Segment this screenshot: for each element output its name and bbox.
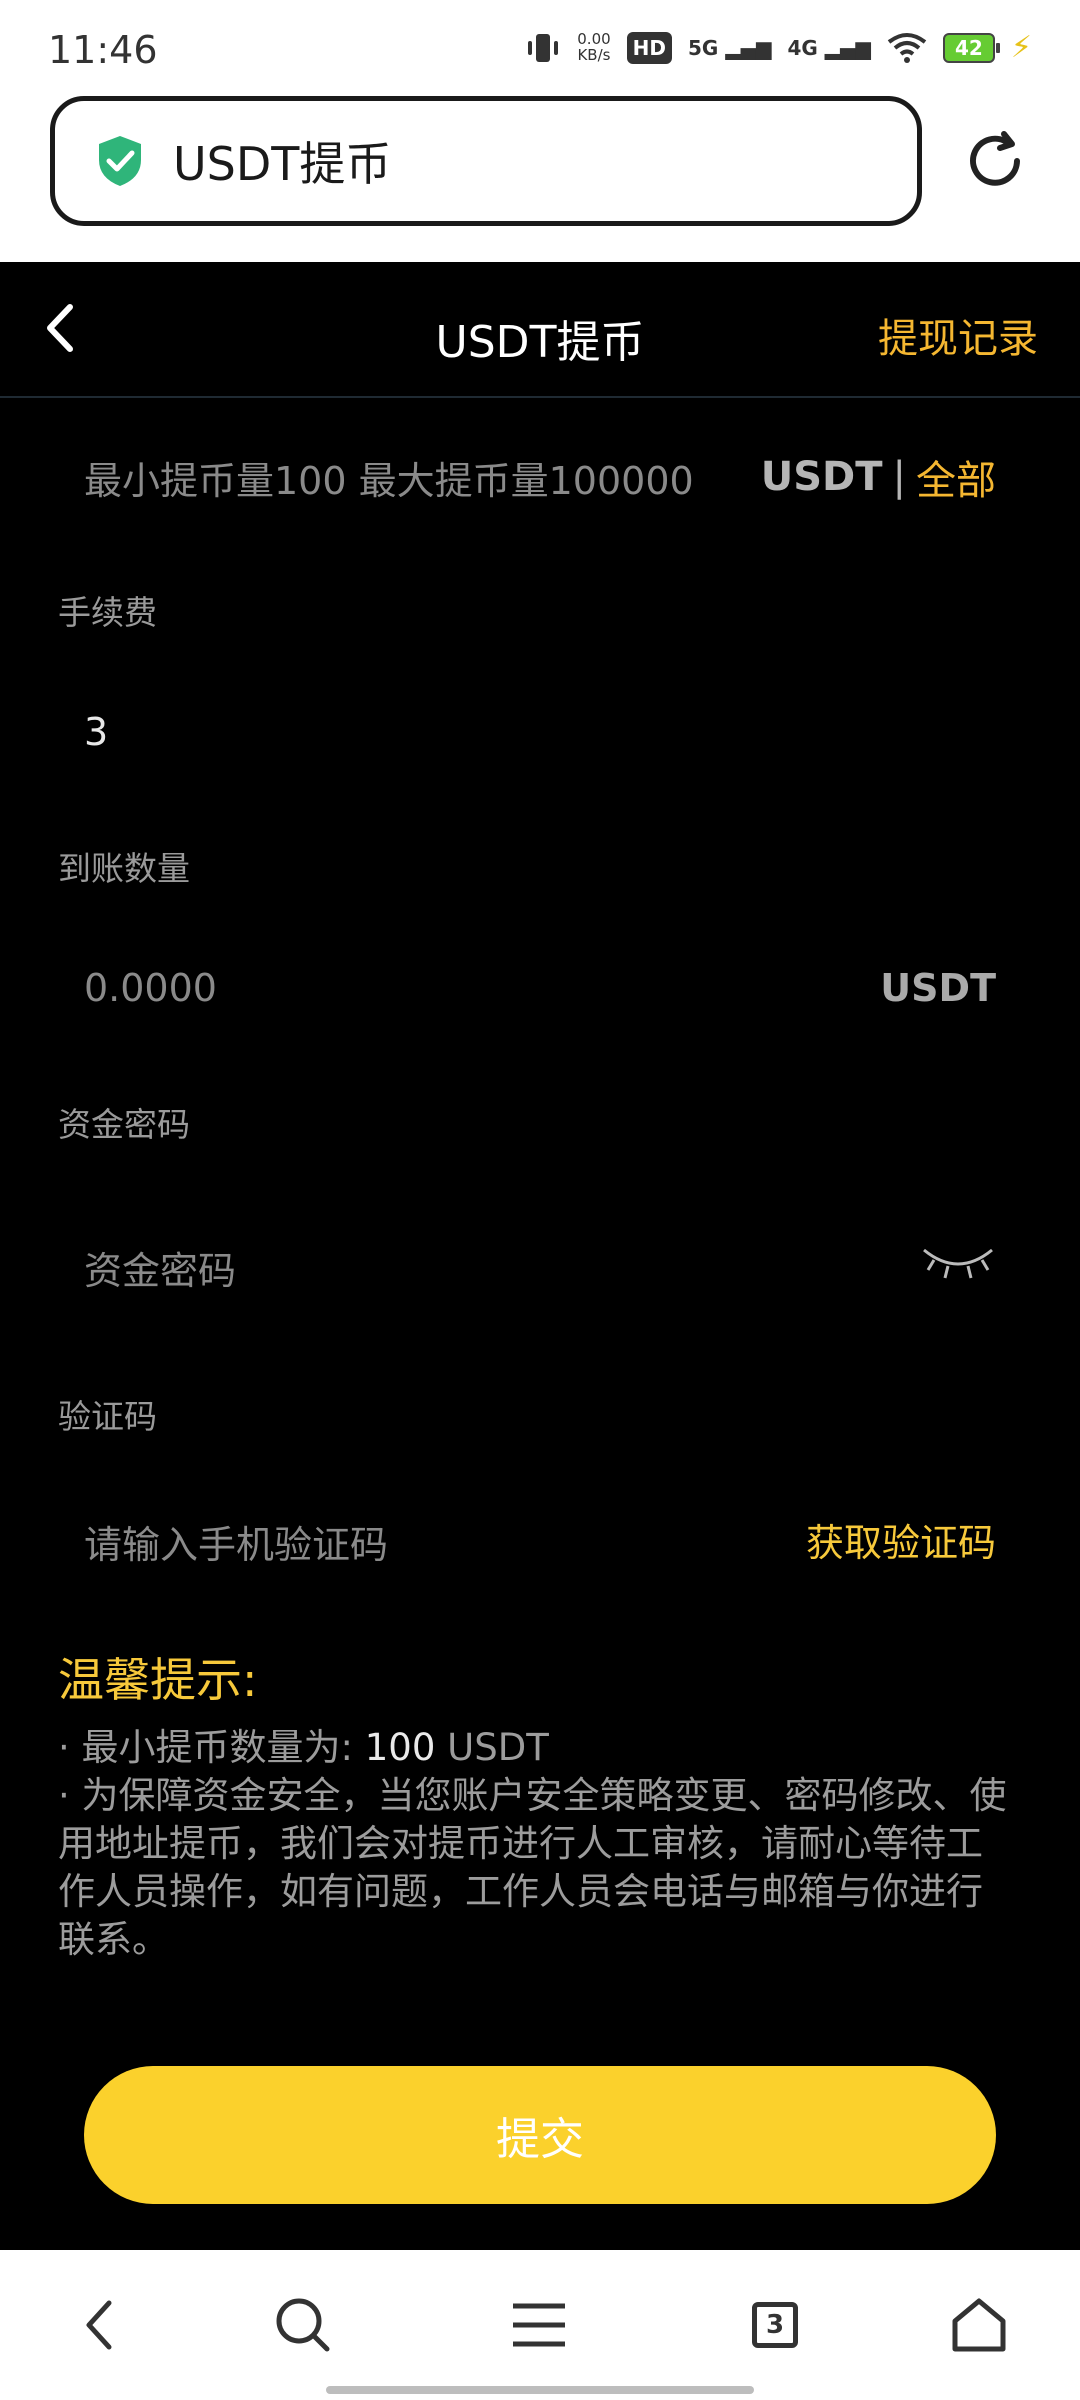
hd-icon: HD (626, 31, 673, 64)
received-unit: USDT (880, 966, 996, 1010)
code-label: 验证码 (58, 1397, 157, 1436)
back-button[interactable] (30, 298, 90, 358)
amount-suffix: USDT | 全部 (761, 448, 996, 506)
code-input[interactable]: 请输入手机验证码 (84, 1514, 388, 1569)
amount-separator: | (892, 454, 906, 500)
browser-chrome: 11:46 0.00 KB/s HD 5G ▂▄▆ 4G ▂▄▆ 42 ⚡ US… (0, 0, 1080, 262)
tab-count-icon: 3 (752, 2302, 798, 2348)
search-icon (276, 2298, 330, 2352)
fund-password-input[interactable]: 资金密码 (84, 1240, 236, 1295)
tip-min-amount: · 最小提币数量为: 100 USDT (58, 1726, 549, 1769)
nav-back-button[interactable] (64, 2290, 134, 2360)
home-indicator[interactable] (326, 2386, 754, 2394)
vibrate-icon (528, 33, 559, 62)
battery-icon: 42 (942, 32, 1000, 63)
amount-unit: USDT (760, 454, 883, 500)
fund-password-label: 资金密码 (58, 1105, 190, 1144)
wifi-icon (887, 32, 927, 63)
received-value: 0.0000 (84, 966, 217, 1010)
address-title: USDT提币 (173, 137, 392, 191)
tip-security-notice: · 为保障资金安全，当您账户安全策略变更、密码修改、使用地址提币，我们会对提币进… (58, 1774, 1007, 1961)
nav-menu-button[interactable] (504, 2290, 574, 2360)
address-bar[interactable]: USDT提币 (50, 96, 922, 226)
reload-icon[interactable] (960, 126, 1030, 196)
fee-label: 手续费 (58, 593, 157, 632)
net-speed: 0.00 KB/s (577, 29, 611, 64)
home-icon (952, 2298, 1006, 2352)
signal-4g-icon: 4G ▂▄▆ (787, 35, 871, 60)
tips-body: · 最小提币数量为: 100 USDT · 为保障资金安全，当您账户安全策略变更… (58, 1724, 1008, 1964)
amount-input[interactable]: 最小提币量100 最大提币量100000 (84, 450, 694, 505)
status-time: 11:46 (48, 28, 158, 72)
withdraw-history-link[interactable]: 提现记录 (878, 306, 1038, 364)
get-code-button[interactable]: 获取验证码 (806, 1512, 996, 1567)
nav-home-button[interactable] (944, 2290, 1014, 2360)
fee-value: 3 (84, 710, 109, 754)
charging-icon: ⚡ (1010, 30, 1032, 65)
chevron-left-icon (86, 2300, 112, 2350)
received-label: 到账数量 (58, 849, 190, 888)
status-bar: 11:46 0.00 KB/s HD 5G ▂▄▆ 4G ▂▄▆ 42 ⚡ (0, 0, 1080, 92)
menu-icon (513, 2303, 565, 2347)
nav-search-button[interactable] (268, 2290, 338, 2360)
withdraw-all-button[interactable]: 全部 (916, 448, 996, 506)
browser-bottom-nav: 3 (0, 2250, 1080, 2400)
status-icons: 0.00 KB/s HD 5G ▂▄▆ 4G ▂▄▆ 42 ⚡ (525, 30, 1032, 65)
signal-5g-icon: 5G ▂▄▆ (688, 35, 772, 60)
shield-check-icon (99, 136, 141, 186)
app-header: USDT提币 提现记录 (0, 262, 1080, 398)
chevron-left-icon (47, 304, 73, 352)
eye-closed-icon[interactable] (920, 1242, 996, 1286)
submit-button[interactable]: 提交 (84, 2066, 996, 2204)
nav-tabs-button[interactable]: 3 (740, 2290, 810, 2360)
tips-title: 温馨提示: (58, 1653, 258, 1707)
